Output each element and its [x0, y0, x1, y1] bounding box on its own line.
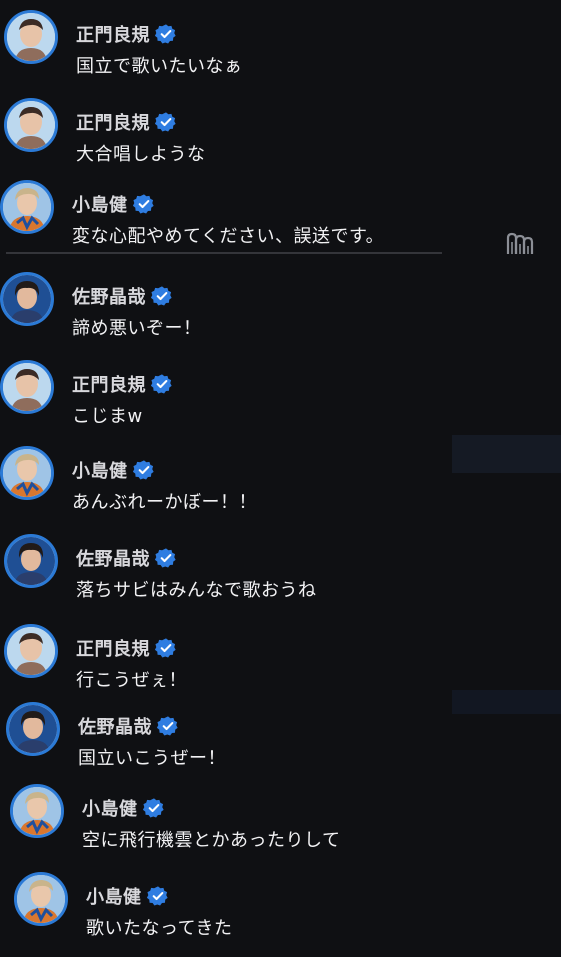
- sender-row: 佐野晶哉: [76, 544, 177, 572]
- avatar-masakado-image: [7, 627, 55, 675]
- avatar[interactable]: [0, 272, 54, 326]
- sender-row: 佐野晶哉: [72, 282, 173, 310]
- avatar[interactable]: [0, 360, 54, 414]
- avatar-sano-image: [9, 705, 57, 753]
- sender-name: 正門良規: [76, 639, 150, 660]
- verified-check-icon: [155, 111, 177, 133]
- sender-row: 佐野晶哉: [78, 712, 179, 740]
- avatar-masakado-image: [3, 363, 51, 411]
- sender-row: 小島健: [72, 456, 155, 484]
- side-panel: [452, 690, 561, 714]
- message-text: 行こうぜぇ！: [76, 670, 187, 691]
- message-text: こじまw: [72, 406, 143, 427]
- avatar-kojima-image: [17, 875, 65, 923]
- message-feed: 正門良規 国立で歌いたいなぁ 正門良規 大合唱しような 小島健 変な心配やめてく…: [0, 0, 561, 957]
- sender-name: 小島健: [82, 799, 138, 820]
- page-curl-icon[interactable]: [506, 232, 534, 256]
- message-text: あんぶれーかぼー！！: [72, 492, 257, 513]
- sender-name: 小島健: [72, 461, 128, 482]
- sender-name: 正門良規: [76, 113, 150, 134]
- sender-row: 正門良規: [76, 20, 177, 48]
- sender-name: 小島健: [86, 887, 142, 908]
- avatar-kojima-image: [3, 183, 51, 231]
- avatar-kojima-image: [3, 449, 51, 497]
- avatar-masakado-image: [7, 101, 55, 149]
- sender-row: 小島健: [72, 190, 155, 218]
- message-text: 諦め悪いぞー！: [72, 318, 202, 339]
- message-text: 落ちサビはみんなで歌おうね: [76, 580, 317, 601]
- avatar[interactable]: [4, 534, 58, 588]
- sender-row: 正門良規: [72, 370, 173, 398]
- verified-check-icon: [146, 885, 169, 907]
- sender-row: 正門良規: [76, 108, 177, 136]
- avatar[interactable]: [4, 98, 58, 152]
- avatar-sano-image: [7, 537, 55, 585]
- avatar[interactable]: [4, 624, 58, 678]
- sender-row: 小島健: [86, 882, 169, 910]
- sender-row: 小島健: [82, 794, 165, 822]
- avatar[interactable]: [14, 872, 68, 926]
- avatar-kojima-image: [13, 787, 61, 835]
- sender-name: 佐野晶哉: [78, 717, 152, 738]
- verified-check-icon: [132, 193, 155, 215]
- verified-check-icon: [157, 715, 179, 737]
- avatar[interactable]: [10, 784, 64, 838]
- sender-row: 正門良規: [76, 634, 177, 662]
- sender-name: 小島健: [72, 195, 128, 216]
- verified-check-icon: [155, 23, 177, 45]
- message-text: 国立で歌いたいなぁ: [76, 56, 243, 77]
- side-panel: [452, 435, 561, 473]
- avatar[interactable]: [6, 702, 60, 756]
- avatar[interactable]: [4, 10, 58, 64]
- message-text: 大合唱しような: [76, 144, 206, 165]
- verified-check-icon: [132, 459, 155, 481]
- avatar[interactable]: [0, 180, 54, 234]
- avatar-masakado-image: [7, 13, 55, 61]
- avatar[interactable]: [0, 446, 54, 500]
- sender-name: 佐野晶哉: [72, 287, 146, 308]
- sender-name: 正門良規: [76, 25, 150, 46]
- verified-check-icon: [151, 285, 173, 307]
- verified-check-icon: [155, 637, 177, 659]
- divider: [6, 252, 442, 254]
- message-text: 空に飛行機雲とかあったりして: [82, 830, 341, 851]
- message-text: 変な心配やめてください、誤送です。: [72, 226, 385, 247]
- avatar-sano-image: [3, 275, 51, 323]
- sender-name: 正門良規: [72, 375, 146, 396]
- verified-check-icon: [151, 373, 173, 395]
- verified-check-icon: [155, 547, 177, 569]
- message-text: 国立いこうぜー！: [78, 748, 226, 769]
- verified-check-icon: [142, 797, 165, 819]
- message-text: 歌いたなってきた: [86, 918, 233, 939]
- sender-name: 佐野晶哉: [76, 549, 150, 570]
